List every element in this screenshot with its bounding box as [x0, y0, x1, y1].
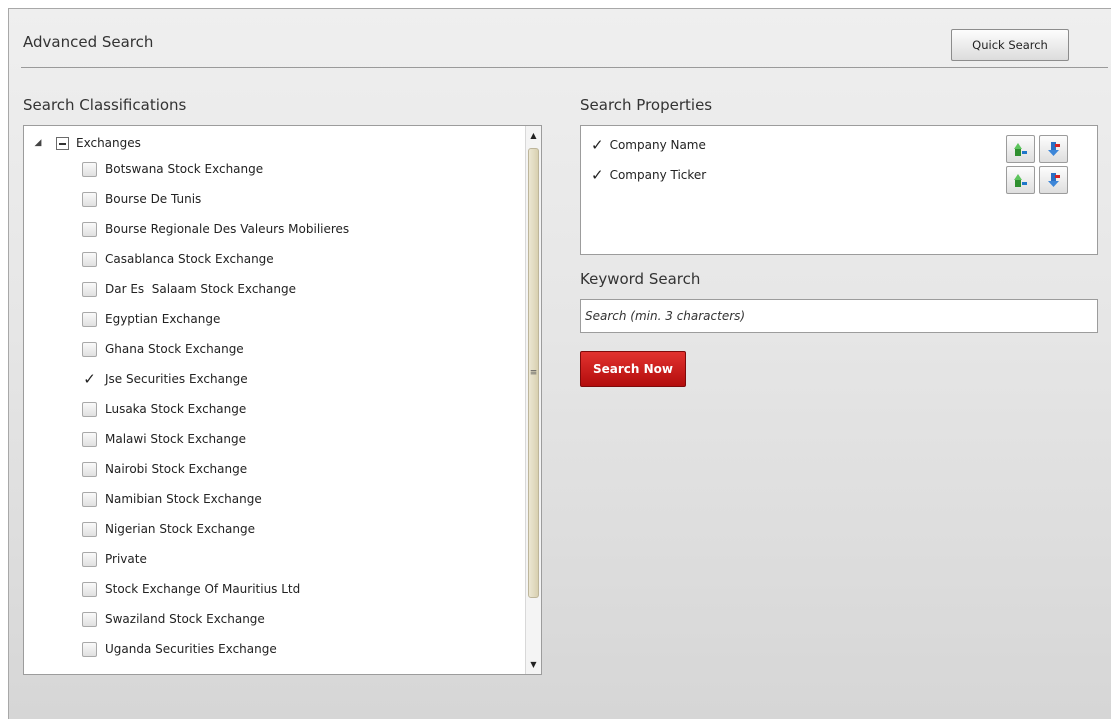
- checkbox[interactable]: [82, 551, 97, 567]
- tree-root-label: Exchanges: [76, 136, 141, 150]
- page-title: Advanced Search: [23, 33, 154, 51]
- checkbox[interactable]: [82, 341, 97, 357]
- tree-item-label: Ghana Stock Exchange: [105, 342, 244, 356]
- scroll-down-arrow-icon[interactable]: ▼: [526, 656, 541, 673]
- tree-item-label: Casablanca Stock Exchange: [105, 252, 274, 266]
- move-down-button[interactable]: [1039, 135, 1068, 163]
- tree-item[interactable]: Bourse De Tunis: [82, 187, 522, 211]
- search-properties-label: Search Properties: [580, 96, 713, 114]
- property-label: Company Name: [609, 138, 706, 152]
- expand-arrow-icon[interactable]: ◢: [33, 138, 43, 148]
- tree-item-label: Dar Es Salaam Stock Exchange: [105, 282, 296, 296]
- checkbox[interactable]: [82, 281, 97, 297]
- tree-item[interactable]: Stock Exchange Of Mauritius Ltd: [82, 577, 522, 601]
- tree-item[interactable]: Private: [82, 547, 522, 571]
- tree-item[interactable]: Casablanca Stock Exchange: [82, 247, 522, 271]
- checkbox[interactable]: [82, 521, 97, 537]
- tree-item-label: Private: [105, 552, 147, 566]
- red-down-arrow-icon: [1047, 173, 1060, 187]
- advanced-search-panel: Advanced Search Quick Search Search Clas…: [8, 8, 1111, 719]
- tree-item-label: Jse Securities Exchange: [105, 372, 248, 386]
- checkbox[interactable]: [82, 641, 97, 657]
- tree-item-label: Swaziland Stock Exchange: [105, 612, 265, 626]
- checkbox[interactable]: [82, 221, 97, 237]
- tree-item-label: Malawi Stock Exchange: [105, 432, 247, 446]
- tree-item[interactable]: ✓ Jse Securities Exchange: [82, 367, 522, 391]
- tree-item-label: Lusaka Stock Exchange: [105, 402, 247, 416]
- tree-item[interactable]: Egyptian Exchange: [82, 307, 522, 331]
- checkmark-icon[interactable]: ✓: [591, 136, 604, 154]
- tree-item[interactable]: Botswana Stock Exchange: [82, 157, 522, 181]
- title-divider: [21, 67, 1108, 68]
- tree-item[interactable]: Nairobi Stock Exchange: [82, 457, 522, 481]
- tree-item[interactable]: Malawi Stock Exchange: [82, 427, 522, 451]
- tree-item[interactable]: Swaziland Stock Exchange: [82, 607, 522, 631]
- checkbox[interactable]: [82, 401, 97, 417]
- checkbox[interactable]: [82, 611, 97, 627]
- green-up-arrow-icon: [1013, 174, 1027, 187]
- partial-checkbox[interactable]: [56, 136, 69, 150]
- checkbox[interactable]: [82, 311, 97, 327]
- checkbox[interactable]: [82, 251, 97, 267]
- tree-item[interactable]: Bourse Regionale Des Valeurs Mobilieres: [82, 217, 522, 241]
- checkbox[interactable]: [82, 161, 97, 177]
- tree-item[interactable]: Uganda Securities Exchange: [82, 637, 522, 661]
- checkbox[interactable]: [82, 461, 97, 477]
- tree-item[interactable]: Ghana Stock Exchange: [82, 337, 522, 361]
- checkbox[interactable]: [82, 431, 97, 447]
- checkbox[interactable]: [82, 581, 97, 597]
- search-properties-list: ✓ Company Name ✓ Company Ticker: [580, 125, 1098, 255]
- tree-item-label: Nigerian Stock Exchange: [105, 522, 256, 536]
- property-label: Company Ticker: [609, 168, 707, 182]
- tree-item-label: Egyptian Exchange: [105, 312, 221, 326]
- move-up-button[interactable]: [1006, 135, 1035, 163]
- red-down-arrow-icon: [1047, 142, 1060, 156]
- quick-search-button[interactable]: Quick Search: [951, 29, 1069, 61]
- classifications-tree: ◢ Exchanges Botswana Stock Exchange Bours…: [23, 125, 542, 675]
- tree-root-exchanges[interactable]: ◢ Exchanges: [24, 131, 524, 155]
- keyword-search-label: Keyword Search: [580, 270, 701, 288]
- tree-item-label: Nairobi Stock Exchange: [105, 462, 248, 476]
- move-down-button[interactable]: [1039, 166, 1068, 194]
- tree-item-label: Namibian Stock Exchange: [105, 492, 262, 506]
- tree-item[interactable]: Lusaka Stock Exchange: [82, 397, 522, 421]
- scroll-thumb[interactable]: ≡: [528, 148, 539, 598]
- checked-checkbox[interactable]: ✓: [82, 370, 97, 388]
- move-up-button[interactable]: [1006, 166, 1035, 194]
- tree-item[interactable]: Namibian Stock Exchange: [82, 487, 522, 511]
- checkmark-icon[interactable]: ✓: [591, 166, 604, 184]
- search-classifications-label: Search Classifications: [23, 96, 187, 114]
- tree-item-label: Bourse De Tunis: [105, 192, 202, 206]
- tree-item[interactable]: Nigerian Stock Exchange: [82, 517, 522, 541]
- property-company-name[interactable]: ✓ Company Name: [591, 134, 706, 156]
- tree-item-label: Uganda Securities Exchange: [105, 642, 277, 656]
- property-company-ticker[interactable]: ✓ Company Ticker: [591, 164, 706, 186]
- search-now-button[interactable]: Search Now: [580, 351, 686, 387]
- tree-item-label: Botswana Stock Exchange: [105, 162, 264, 176]
- tree-item[interactable]: Dar Es Salaam Stock Exchange: [82, 277, 522, 301]
- tree-scrollbar[interactable]: ▲ ≡ ▼: [525, 126, 541, 674]
- green-up-arrow-icon: [1013, 143, 1027, 156]
- keyword-search-input[interactable]: [580, 299, 1098, 333]
- checkbox[interactable]: [82, 191, 97, 207]
- tree-item-label: Bourse Regionale Des Valeurs Mobilieres: [105, 222, 350, 236]
- checkbox[interactable]: [82, 491, 97, 507]
- scroll-up-arrow-icon[interactable]: ▲: [526, 127, 541, 144]
- tree-item-label: Stock Exchange Of Mauritius Ltd: [105, 582, 301, 596]
